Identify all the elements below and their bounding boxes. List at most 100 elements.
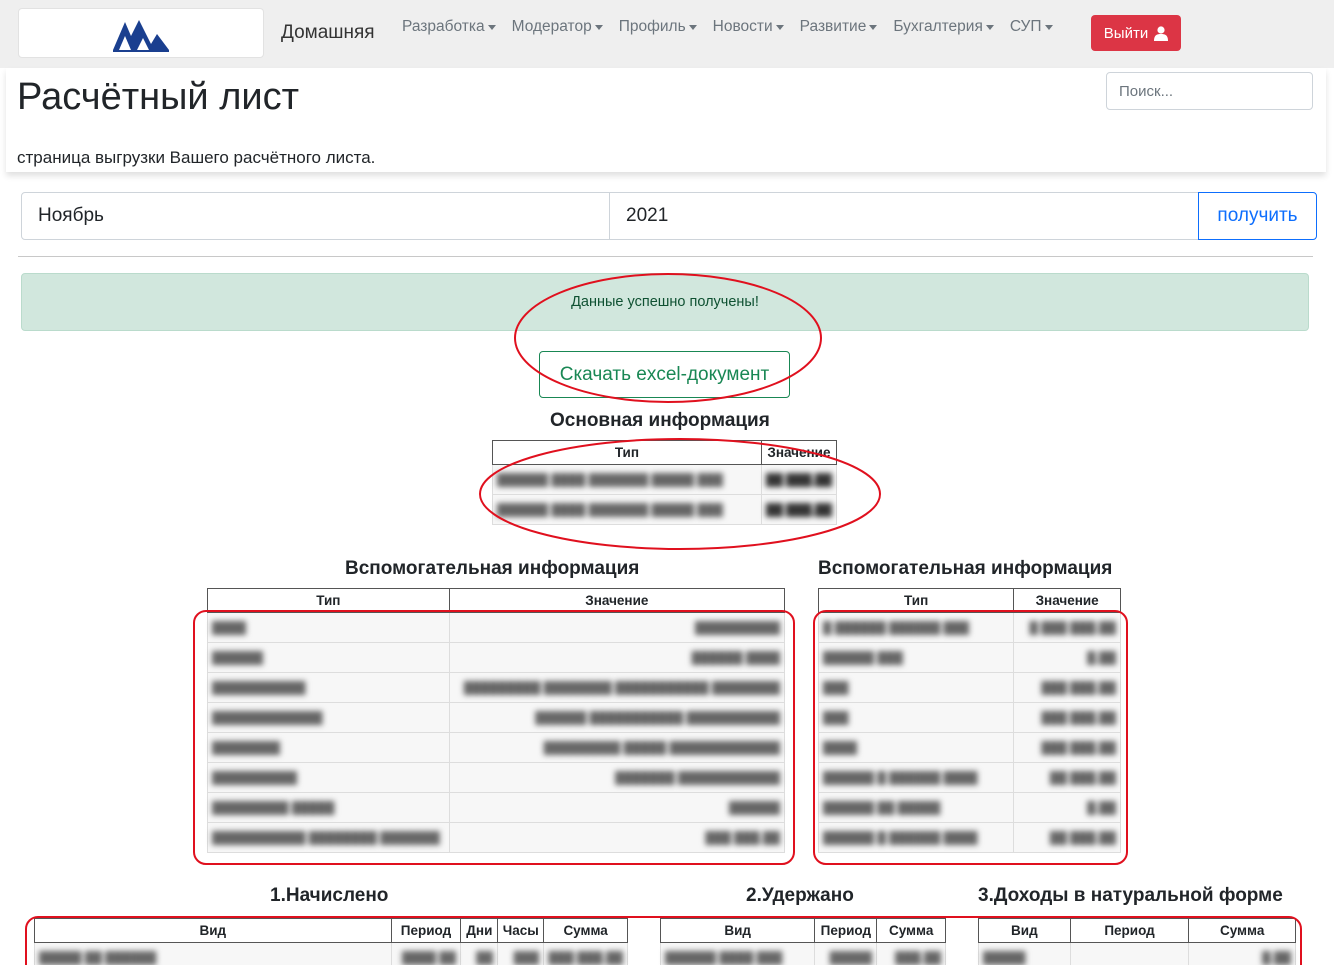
month-select[interactable]: Ноябрь — [21, 192, 610, 240]
withheld-title: 2.Удержано — [746, 885, 854, 906]
caret-down-icon — [775, 24, 784, 30]
aux-info-right-title: Вспомогательная информация — [818, 558, 1113, 579]
caret-down-icon — [1044, 24, 1053, 30]
table-row: ██████ ████ ███████ █████ ███ ██ ███,██ — [492, 494, 838, 525]
nav-label: Разработка — [402, 18, 485, 35]
column-header: Значение — [1013, 588, 1121, 613]
blurred-cell: █████████ █████ █████████████ — [448, 732, 786, 763]
page-subtitle: страница выгрузки Вашего расчётного лист… — [17, 148, 376, 167]
year-input[interactable]: 2021 — [609, 192, 1199, 240]
table-row: ██████ ████ ███████ █████ ███ ██ ███,██ — [492, 464, 838, 495]
blurred-cell: ██████ ███ — [817, 642, 1015, 673]
nav-dropdown-accounting[interactable]: Бухгалтерия — [893, 17, 994, 37]
nav-dropdown-news[interactable]: Новости — [713, 17, 784, 37]
table-row: ████████ █████████ █████ █████████████ — [207, 732, 786, 763]
blurred-cell: ██████ █ ██████ ████ — [817, 822, 1015, 853]
column-header: Тип — [817, 588, 1015, 613]
table-row: ██████ █ ██████ ████ ██ ███,██ — [817, 762, 1121, 793]
nav-dropdown-moderator[interactable]: Модератор — [512, 17, 603, 37]
blurred-cell: ██ ███,██ — [760, 464, 838, 495]
success-alert: Данные успешно получены! — [21, 273, 1309, 331]
accrued-title: 1.Начислено — [270, 885, 389, 906]
blurred-cell: ██████ ██ █████ — [817, 792, 1015, 823]
aux-info-right-table: Тип Значение █ ██████ ██████ ███ █ ███ ██… — [817, 588, 1121, 853]
nav-label: Бухгалтерия — [893, 18, 983, 35]
blurred-cell: ██ ███,██ — [1013, 822, 1121, 853]
table-row: ██████ ███ █,██ — [817, 642, 1121, 673]
table-row: █████████████ ██████ ███████████ ████████… — [207, 702, 786, 733]
caret-down-icon — [688, 24, 697, 30]
accrued-table: Вид Период Дни Часы Сумма █████ ██ █████… — [34, 918, 628, 965]
column-header: Дни — [460, 918, 499, 943]
blurred-cell: ████ ██ — [390, 942, 462, 965]
column-header: Значение — [760, 440, 838, 465]
page-title: Расчётный лист — [17, 76, 300, 118]
column-header: Тип — [492, 440, 762, 465]
blurred-cell: █████████████ — [207, 702, 450, 733]
blurred-cell: ███ ███,██ — [1013, 672, 1121, 703]
table-row: █████ ██ ██████ ████ ██ ██ ███ ███ ███,█… — [34, 942, 628, 965]
nav-label: СУП — [1009, 18, 1042, 35]
blurred-cell — [1069, 942, 1190, 965]
caret-down-icon — [487, 24, 496, 30]
table-row: ██████ ████ ███ █████ ███,██ — [659, 942, 946, 965]
blurred-cell: ██████ ███████████ ███████████ — [448, 702, 786, 733]
table-row: █ ██████ ██████ ███ █ ███ ███,██ — [817, 612, 1121, 643]
table-row: ███████████ ████████ ███████ ███ ███,██ — [207, 822, 786, 853]
column-header: Период — [814, 918, 878, 943]
get-payslip-button[interactable]: получить — [1198, 192, 1317, 240]
blurred-cell: ███████ ████████████ — [448, 762, 786, 793]
nav-dropdown-sup[interactable]: СУП — [1010, 17, 1053, 37]
table-row: █████████ █████ ██████ — [207, 792, 786, 823]
column-header: Тип — [207, 588, 450, 613]
table-row: ██████ ██████ ████ — [207, 642, 786, 673]
blurred-cell: ██████ — [448, 792, 786, 823]
blurred-cell: ██████████ — [207, 762, 450, 793]
column-header: Сумма — [1188, 918, 1296, 943]
column-header: Период — [390, 918, 462, 943]
logout-button[interactable]: Выйти — [1091, 15, 1181, 51]
table-row: ████ ██████████ — [207, 612, 786, 643]
download-excel-button[interactable]: Скачать excel-документ — [539, 351, 790, 398]
blurred-cell: █████████ █████ — [207, 792, 450, 823]
blurred-cell: █,██ — [1013, 792, 1121, 823]
column-header: Часы — [497, 918, 545, 943]
nav-label: Модератор — [511, 18, 592, 35]
blurred-cell: ██████ ████ — [448, 642, 786, 673]
caret-down-icon — [594, 24, 603, 30]
blurred-cell: ██████████ — [448, 612, 786, 643]
brand-logo-link[interactable] — [18, 8, 264, 58]
table-row: ████ ███ ███,██ — [817, 732, 1121, 763]
aux-info-left-table: Тип Значение ████ ██████████ ██████ ██████… — [207, 588, 786, 853]
table-row: ███ ███ ███,██ — [817, 702, 1121, 733]
search-input[interactable] — [1106, 72, 1313, 110]
period-form: Ноябрь 2021 получить — [21, 192, 1317, 240]
nav-dropdown-growth[interactable]: Развитие — [800, 17, 878, 37]
nav-menu: Разработка Модератор Профиль Новости Раз… — [402, 17, 1069, 37]
in-kind-table: Вид Период Сумма █████ █,██ — [978, 918, 1296, 965]
blurred-cell: ███ — [817, 672, 1015, 703]
blurred-cell: ███████████ ████████ ███████ — [207, 822, 450, 853]
blurred-cell: ███ — [497, 942, 545, 965]
blurred-cell: █ ██████ ██████ ███ — [817, 612, 1015, 643]
nav-label: Развитие — [799, 18, 867, 35]
column-header: Период — [1069, 918, 1190, 943]
blurred-cell: ██████ ████ ███████ █████ ███ — [492, 464, 762, 495]
blurred-cell: ██ ███,██ — [1013, 762, 1121, 793]
column-header: Значение — [448, 588, 786, 613]
blurred-cell: ██████ █ ██████ ████ — [817, 762, 1015, 793]
nav-dropdown-profile[interactable]: Профиль — [619, 17, 697, 37]
table-row: ██████████ ███████ ████████████ — [207, 762, 786, 793]
blurred-cell: ████ — [817, 732, 1015, 763]
nav-home-link[interactable]: Домашняя — [281, 22, 375, 44]
blurred-cell: █████████ ████████ ███████████ ████████ — [448, 672, 786, 703]
table-row: ██████ █ ██████ ████ ██ ███,██ — [817, 822, 1121, 853]
nav-dropdown-development[interactable]: Разработка — [402, 17, 496, 37]
column-header: Вид — [659, 918, 816, 943]
column-header: Сумма — [543, 918, 628, 943]
nav-label: Профиль — [618, 18, 686, 35]
blurred-cell: █ ███ ███,██ — [1013, 612, 1121, 643]
logout-label: Выйти — [1103, 24, 1149, 42]
table-row: ███ ███ ███,██ — [817, 672, 1121, 703]
main-info-title: Основная информация — [550, 410, 770, 431]
